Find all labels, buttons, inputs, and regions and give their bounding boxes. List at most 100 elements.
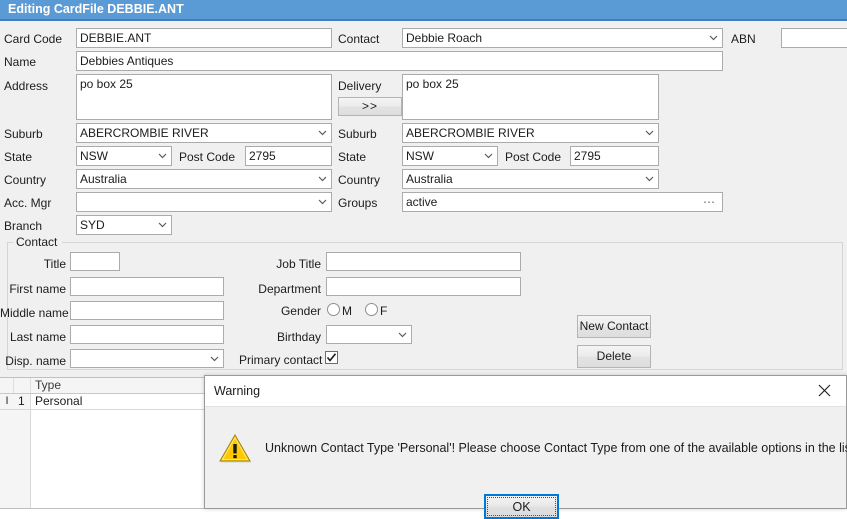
- gender-radio-male[interactable]: [327, 303, 340, 316]
- last-name-label: Last name: [9, 330, 66, 344]
- window-title-bar: Editing CardFile DEBBIE.ANT: [0, 0, 847, 19]
- suburb-combo-right-value: ABERCROMBIE RIVER: [406, 126, 535, 140]
- dialog-title-bar: Warning: [205, 376, 846, 406]
- window-title: Editing CardFile DEBBIE.ANT: [8, 2, 184, 16]
- chevron-down-icon: [210, 354, 219, 363]
- acc-mgr-label: Acc. Mgr: [4, 196, 52, 210]
- country-label-right: Country: [338, 173, 381, 187]
- chevron-down-icon: [709, 33, 718, 42]
- post-code-input-right[interactable]: 2795: [570, 146, 659, 166]
- birthday-combo[interactable]: [326, 325, 412, 344]
- contact-combo-value: Debbie Roach: [406, 31, 483, 45]
- warning-dialog: Warning Unknown Contact Type 'Personal'!…: [204, 375, 847, 519]
- country-label-left: Country: [4, 173, 47, 187]
- state-combo-left[interactable]: NSW: [76, 146, 172, 166]
- card-code-label: Card Code: [4, 32, 63, 46]
- chevron-down-icon: [318, 128, 327, 137]
- primary-contact-checkbox[interactable]: [325, 351, 338, 364]
- contact-label: Contact: [338, 32, 380, 46]
- department-input[interactable]: [326, 277, 521, 296]
- dialog-message: Unknown Contact Type 'Personal'! Please …: [265, 441, 847, 455]
- state-combo-right-value: NSW: [406, 149, 434, 163]
- title-input[interactable]: [70, 252, 120, 271]
- last-name-input[interactable]: [70, 325, 224, 344]
- chevron-down-icon: [398, 330, 407, 339]
- middle-name-label: Middle name: [0, 306, 69, 320]
- new-contact-button[interactable]: New Contact: [577, 315, 651, 338]
- country-combo-right[interactable]: Australia: [402, 169, 659, 189]
- disp-name-label: Disp. name: [5, 354, 66, 368]
- groups-ellipsis-button[interactable]: ⋯: [703, 196, 717, 208]
- disp-name-combo[interactable]: [70, 349, 224, 368]
- chevron-down-icon: [318, 197, 327, 206]
- address-label: Address: [4, 79, 49, 93]
- dialog-title: Warning: [214, 384, 261, 398]
- country-combo-left[interactable]: Australia: [76, 169, 332, 189]
- chevron-down-icon: [158, 151, 167, 160]
- job-title-label: Job Title: [276, 257, 321, 271]
- gender-male-label: M: [342, 304, 352, 318]
- contact-combo[interactable]: Debbie Roach: [402, 28, 723, 48]
- delivery-input[interactable]: po box 25: [402, 74, 659, 120]
- groups-input-value: active: [406, 195, 438, 209]
- chevron-down-icon: [645, 128, 654, 137]
- gender-female-label: F: [380, 304, 388, 318]
- dialog-body: Unknown Contact Type 'Personal'! Please …: [205, 406, 847, 519]
- suburb-combo-left-value: ABERCROMBIE RIVER: [80, 126, 209, 140]
- delivery-label: Delivery: [338, 79, 382, 93]
- gender-label: Gender: [280, 304, 321, 318]
- ok-button[interactable]: OK: [484, 494, 559, 519]
- country-combo-left-value: Australia: [80, 172, 127, 186]
- country-combo-right-value: Australia: [406, 172, 453, 186]
- department-label: Department: [258, 282, 321, 296]
- contact-groupbox-caption: Contact: [13, 236, 61, 249]
- name-label: Name: [4, 55, 37, 69]
- job-title-input[interactable]: [326, 252, 521, 271]
- suburb-combo-left[interactable]: ABERCROMBIE RIVER: [76, 123, 332, 143]
- post-code-label-left: Post Code: [179, 150, 236, 164]
- delete-contact-button[interactable]: Delete: [577, 345, 651, 368]
- first-name-label: First name: [9, 282, 66, 296]
- gender-radio-female[interactable]: [365, 303, 378, 316]
- chevron-down-icon: [318, 174, 327, 183]
- suburb-label-right: Suburb: [338, 127, 377, 141]
- name-input[interactable]: Debbies Antiques: [76, 51, 723, 71]
- title-label: Title: [43, 257, 66, 271]
- suburb-label-left: Suburb: [4, 127, 43, 141]
- branch-combo-value: SYD: [80, 218, 105, 232]
- acc-mgr-combo[interactable]: [76, 192, 332, 212]
- abn-label: ABN: [731, 32, 756, 46]
- branch-combo[interactable]: SYD: [76, 215, 172, 235]
- warning-triangle-icon: [218, 433, 252, 467]
- middle-name-input[interactable]: [70, 301, 224, 320]
- ok-button-label: OK: [512, 499, 531, 514]
- ok-button-focus-ring: OK: [487, 497, 556, 516]
- grid-header-number: [14, 378, 31, 393]
- card-code-input[interactable]: DEBBIE.ANT: [76, 28, 332, 48]
- groups-label: Groups: [338, 196, 378, 210]
- state-label-right: State: [338, 150, 367, 164]
- chevron-down-icon: [484, 151, 493, 160]
- abn-input[interactable]: [781, 28, 847, 48]
- address-input[interactable]: po box 25: [76, 74, 332, 120]
- grid-row-number: 1: [18, 394, 25, 408]
- first-name-input[interactable]: [70, 277, 224, 296]
- suburb-combo-right[interactable]: ABERCROMBIE RIVER: [402, 123, 659, 143]
- post-code-label-right: Post Code: [505, 150, 562, 164]
- branch-label: Branch: [4, 219, 43, 233]
- grid-header-indicator: [0, 378, 14, 393]
- post-code-input-left[interactable]: 2795: [245, 146, 332, 166]
- groups-input[interactable]: active ⋯: [402, 192, 723, 212]
- state-label-left: State: [4, 150, 33, 164]
- chevron-down-icon: [158, 220, 167, 229]
- chevron-down-icon: [645, 174, 654, 183]
- application-window: Editing CardFile DEBBIE.ANT Card Code DE…: [0, 0, 847, 519]
- birthday-label: Birthday: [276, 330, 321, 344]
- primary-contact-label: Primary contact: [239, 353, 323, 367]
- close-icon[interactable]: [802, 376, 846, 405]
- title-bar-underline: [0, 19, 847, 21]
- copy-address-button[interactable]: >>: [338, 97, 402, 116]
- grid-row-edit-indicator: I: [5, 395, 9, 407]
- state-combo-left-value: NSW: [80, 149, 108, 163]
- state-combo-right[interactable]: NSW: [402, 146, 498, 166]
